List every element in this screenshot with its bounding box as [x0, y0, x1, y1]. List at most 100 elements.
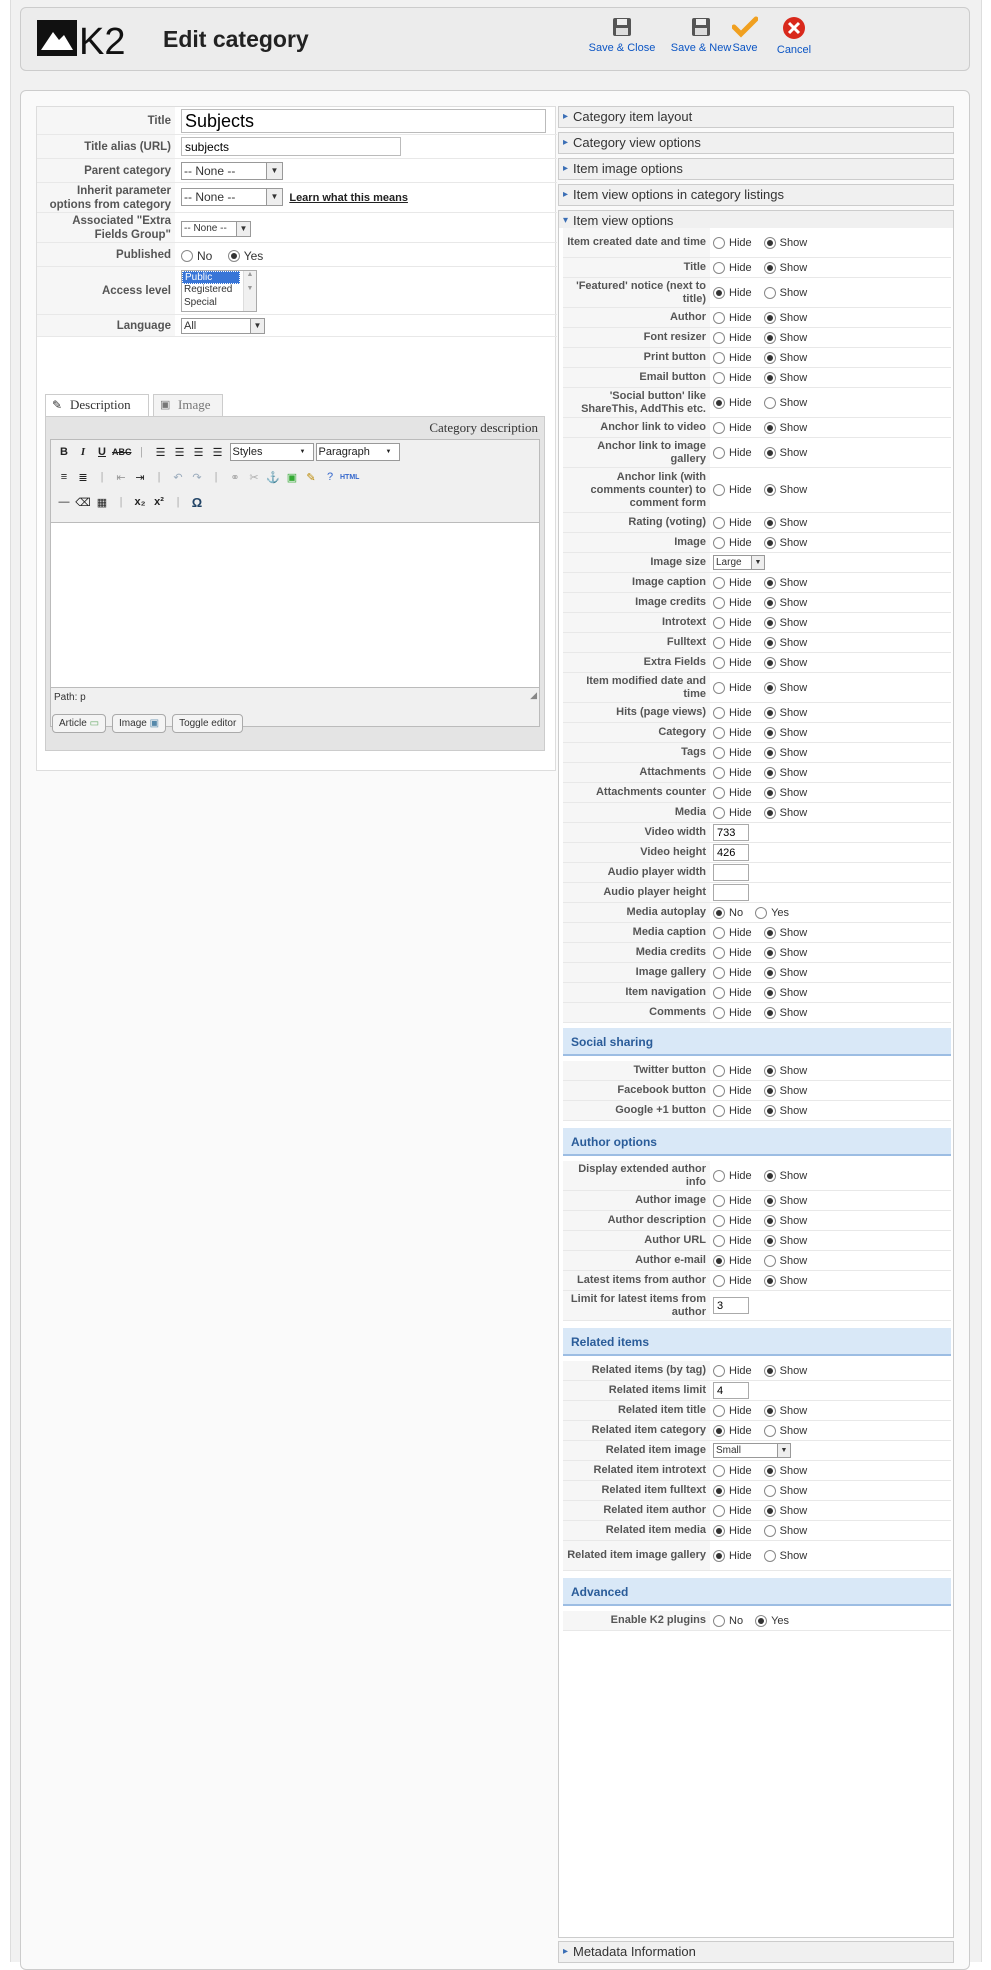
- show-radio[interactable]: [763, 1464, 776, 1477]
- hide-radio[interactable]: [713, 636, 725, 649]
- show-radio[interactable]: [763, 681, 776, 694]
- hide-radio[interactable]: [713, 421, 725, 434]
- hide-radio[interactable]: [713, 1254, 725, 1267]
- hide-radio[interactable]: [713, 946, 725, 959]
- hide-radio[interactable]: [713, 576, 725, 589]
- hide-radio[interactable]: [713, 616, 725, 629]
- show-radio[interactable]: [763, 516, 776, 529]
- italic-icon[interactable]: I: [74, 446, 92, 458]
- indent-icon[interactable]: ⇥: [131, 471, 149, 484]
- access-listbox[interactable]: Public Registered Special ▲ ▼: [181, 270, 257, 312]
- inherit-select[interactable]: -- None -- ▼: [181, 188, 283, 206]
- hide-radio[interactable]: [713, 726, 725, 739]
- extra-fields-select[interactable]: -- None -- ▼: [181, 221, 251, 237]
- hide-radio[interactable]: [713, 1064, 725, 1077]
- hide-radio[interactable]: [713, 1504, 725, 1517]
- tab-description[interactable]: ✎ Description: [45, 394, 149, 416]
- show-radio[interactable]: [763, 261, 776, 274]
- show-radio[interactable]: [763, 331, 776, 344]
- show-radio[interactable]: [763, 1194, 776, 1207]
- hide-radio[interactable]: [713, 746, 725, 759]
- hide-radio[interactable]: [713, 986, 725, 999]
- hide-radio[interactable]: [713, 1404, 725, 1417]
- bold-icon[interactable]: B: [55, 446, 73, 458]
- accordion-item-image-options[interactable]: Item image options: [558, 158, 954, 180]
- editor-content-area[interactable]: [51, 522, 539, 688]
- hide-radio[interactable]: [713, 1234, 725, 1247]
- show-radio[interactable]: [763, 1169, 776, 1182]
- hide-radio[interactable]: [713, 766, 725, 779]
- html-icon[interactable]: HTML: [340, 474, 359, 481]
- strikethrough-icon[interactable]: ABC: [112, 447, 132, 457]
- show-radio[interactable]: [763, 371, 776, 384]
- horizontal-rule-icon[interactable]: —: [55, 496, 73, 508]
- show-radio[interactable]: [763, 1404, 776, 1417]
- hide-radio[interactable]: [713, 1364, 725, 1377]
- hide-radio[interactable]: [713, 351, 725, 364]
- styles-select[interactable]: Styles ▼: [229, 443, 314, 461]
- insert-image-icon[interactable]: ▣: [283, 471, 301, 484]
- no-radio[interactable]: [713, 906, 725, 919]
- param-input-related-limit[interactable]: [713, 1382, 749, 1399]
- show-radio[interactable]: [763, 596, 776, 609]
- show-radio[interactable]: [763, 286, 776, 299]
- undo-icon[interactable]: ↶: [169, 471, 187, 484]
- hide-radio[interactable]: [713, 926, 725, 939]
- hide-radio[interactable]: [713, 1104, 725, 1117]
- show-radio[interactable]: [763, 484, 776, 496]
- param-input-author-opts-limit[interactable]: [713, 1297, 749, 1314]
- show-radio[interactable]: [763, 986, 776, 999]
- hide-radio[interactable]: [713, 596, 725, 609]
- hide-radio[interactable]: [713, 1424, 725, 1437]
- image-button[interactable]: Image ▣: [112, 714, 167, 733]
- hide-radio[interactable]: [713, 311, 725, 324]
- hide-radio[interactable]: [713, 1194, 725, 1207]
- hide-radio[interactable]: [713, 371, 725, 384]
- link-icon[interactable]: ⚭: [226, 471, 244, 484]
- tab-image[interactable]: ▣ Image: [153, 394, 223, 416]
- paragraph-select[interactable]: Paragraph ▼: [315, 443, 400, 461]
- show-radio[interactable]: [763, 1006, 776, 1019]
- align-center-icon[interactable]: ☰: [171, 446, 189, 459]
- save-button[interactable]: Save: [720, 16, 770, 54]
- show-radio[interactable]: [763, 806, 776, 819]
- save-close-button[interactable]: Save & Close: [586, 16, 658, 54]
- hide-radio[interactable]: [713, 446, 725, 459]
- toggle-editor-button[interactable]: Toggle editor: [172, 714, 244, 733]
- param-select-related-image[interactable]: Small ▼: [713, 1443, 791, 1458]
- show-radio[interactable]: [763, 351, 776, 364]
- show-radio[interactable]: [763, 1524, 776, 1537]
- show-radio[interactable]: [763, 1104, 776, 1117]
- align-justify-icon[interactable]: ☰: [209, 446, 227, 459]
- param-input-item-view-audio-height[interactable]: [713, 884, 749, 901]
- hide-radio[interactable]: [713, 1214, 725, 1227]
- show-radio[interactable]: [763, 1214, 776, 1227]
- hide-radio[interactable]: [713, 1484, 725, 1497]
- redo-icon[interactable]: ↷: [188, 471, 206, 484]
- show-radio[interactable]: [763, 1549, 776, 1562]
- help-icon[interactable]: ?: [321, 471, 339, 483]
- show-radio[interactable]: [763, 926, 776, 939]
- show-radio[interactable]: [763, 311, 776, 324]
- hide-radio[interactable]: [713, 656, 725, 669]
- show-radio[interactable]: [763, 236, 776, 249]
- hide-radio[interactable]: [713, 1464, 725, 1477]
- show-radio[interactable]: [763, 966, 776, 979]
- param-select-item-view-image-size[interactable]: Large ▼: [713, 555, 765, 570]
- no-radio[interactable]: [713, 1614, 725, 1627]
- unlink-icon[interactable]: ✂: [245, 471, 263, 484]
- language-select[interactable]: All ▼: [181, 318, 265, 334]
- align-left-icon[interactable]: ☰: [152, 446, 170, 459]
- bullet-list-icon[interactable]: ≡: [55, 471, 73, 483]
- show-radio[interactable]: [763, 656, 776, 669]
- special-char-icon[interactable]: Ω: [188, 495, 206, 510]
- show-radio[interactable]: [763, 1364, 776, 1377]
- numbered-list-icon[interactable]: ≣: [74, 471, 92, 484]
- accordion-category-view-options[interactable]: Category view options: [558, 132, 954, 154]
- show-radio[interactable]: [763, 1064, 776, 1077]
- show-radio[interactable]: [763, 396, 776, 409]
- show-radio[interactable]: [763, 576, 776, 589]
- hide-radio[interactable]: [713, 786, 725, 799]
- hide-radio[interactable]: [713, 516, 725, 529]
- underline-icon[interactable]: U: [93, 446, 111, 458]
